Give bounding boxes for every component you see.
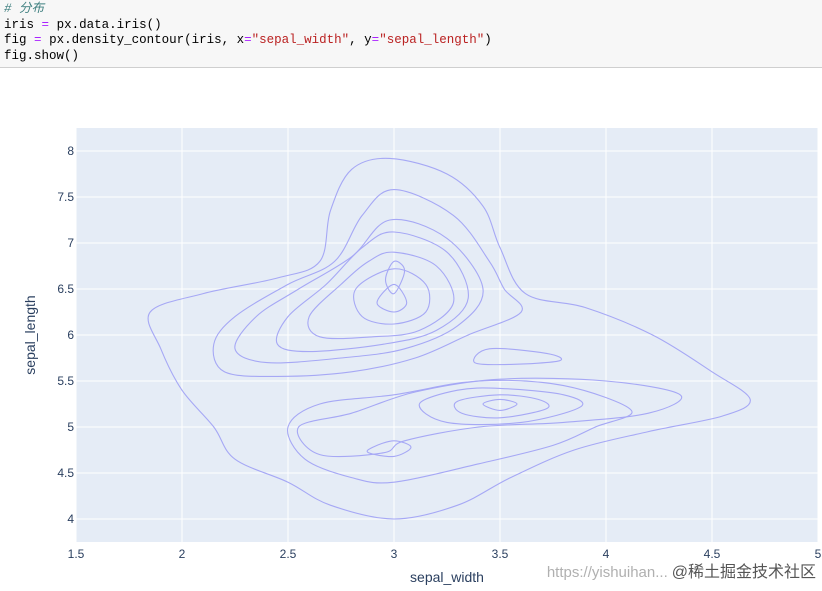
y-tick-label: 5.5 <box>57 374 74 388</box>
code-operator: = <box>34 33 42 47</box>
code-comment: # 分布 <box>4 2 45 16</box>
y-tick-label: 5 <box>67 420 74 434</box>
y-tick-label: 8 <box>67 144 74 158</box>
code-operator: = <box>244 33 252 47</box>
code-operator: = <box>41 17 50 32</box>
y-axis-label: sepal_length <box>22 295 38 374</box>
x-tick-label: 2 <box>179 547 186 561</box>
y-axis-ticks: 4 4.5 5 5.5 6 6.5 7 7.5 8 <box>57 144 74 526</box>
watermark: https://yishuihan... @稀土掘金技术社区 <box>546 564 816 581</box>
code-string: "sepal_width" <box>251 33 350 47</box>
x-tick-label: 2.5 <box>280 547 297 561</box>
code-token: px.data.iris() <box>56 17 162 32</box>
code-token: iris <box>4 17 35 32</box>
code-token: , y <box>349 33 372 47</box>
code-line-2: fig = px.density_contour(iris, x="sepal_… <box>4 33 822 49</box>
code-cell[interactable]: # 分布 iris = px.data.iris() fig = px.dens… <box>0 0 822 68</box>
code-token: fig <box>4 33 27 47</box>
y-tick-label: 4.5 <box>57 466 74 480</box>
code-token: ) <box>484 33 492 47</box>
y-tick-label: 7 <box>67 236 74 250</box>
x-axis-label: sepal_width <box>410 569 484 585</box>
y-tick-label: 6 <box>67 328 74 342</box>
code-token: px.density_contour(iris, x <box>49 33 245 47</box>
y-tick-label: 7.5 <box>57 190 74 204</box>
code-line-3: fig.show() <box>4 48 80 63</box>
y-tick-label: 6.5 <box>57 282 74 296</box>
x-tick-label: 3 <box>391 547 398 561</box>
x-tick-label: 1.5 <box>68 547 85 561</box>
code-comment-line: # 分布 <box>4 2 822 18</box>
y-tick-label: 4 <box>67 512 74 526</box>
plot-container[interactable]: 1.5 2 2.5 3 3.5 4 4.5 5 4 4.5 5 5.5 6 6.5 7 7.5 8 sepal… <box>0 68 822 586</box>
code-line-1: iris = px.data.iris() <box>4 18 822 34</box>
density-contour-chart[interactable]: 1.5 2 2.5 3 3.5 4 4.5 5 4 4.5 5 5.5 6 6.5 7 7.5 8 sepal… <box>0 68 822 586</box>
x-tick-label: 3.5 <box>492 547 509 561</box>
code-string: "sepal_length" <box>379 33 485 47</box>
